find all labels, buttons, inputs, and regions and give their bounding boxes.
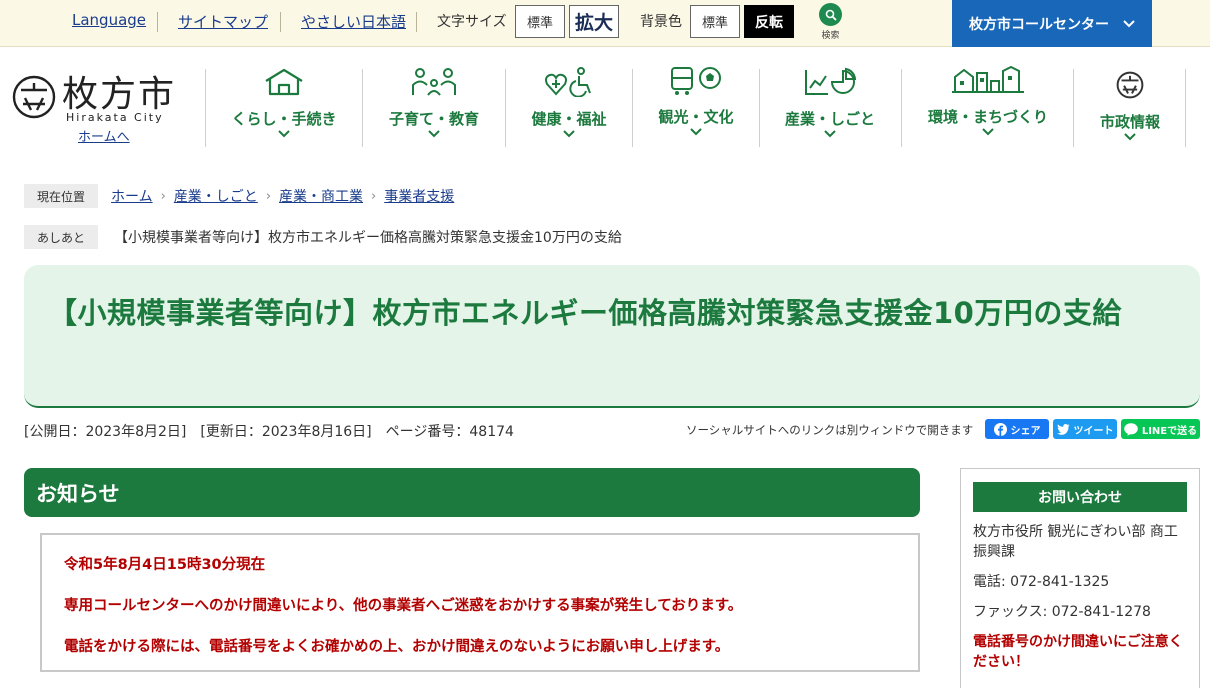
nav-label: 健康・福祉	[531, 110, 607, 128]
notice-line: 令和5年8月4日15時30分現在	[64, 557, 266, 573]
nav-item-environment[interactable]: 環境・まちづくり	[903, 60, 1073, 150]
nav-item-health[interactable]: 健康・福祉	[507, 62, 631, 152]
breadcrumb-business-support[interactable]: 事業者支援	[384, 186, 454, 206]
nav-label: 市政情報	[1099, 113, 1160, 131]
nav-divider	[1073, 69, 1074, 147]
house-icon	[265, 68, 303, 96]
chevron-down-icon	[428, 130, 440, 138]
contact-panel: お問い合わせ 枚方市役所 観光にぎわい部 商工振興課 電話: 072-841-1…	[960, 468, 1200, 688]
nav-label: 子育て・教育	[388, 110, 479, 128]
twitter-label: ツイート	[1073, 425, 1114, 437]
utility-bar: Language サイトマップ やさしい日本語 文字サイズ 標準 拡大 背景色 …	[0, 0, 1210, 47]
city-emblem-icon	[1116, 71, 1144, 99]
contact-fax: ファックス: 072-841-1278	[973, 604, 1151, 620]
search-icon	[819, 3, 842, 26]
nav-divider	[759, 69, 760, 147]
chevron-right-icon: ›	[371, 188, 377, 204]
nav-item-childcare[interactable]: 子育て・教育	[364, 62, 504, 152]
divider	[157, 12, 158, 32]
bus-ball-icon	[671, 67, 721, 95]
twitter-bird-icon	[1056, 423, 1069, 435]
site-logo[interactable]: 枚方市 Hirakata City ホームへ	[11, 70, 181, 146]
line-send-button[interactable]: LINEで送る	[1121, 419, 1200, 439]
breadcrumb-label: 現在位置	[24, 184, 99, 208]
search-label: 検索	[821, 31, 840, 41]
chevron-down-icon	[563, 130, 575, 138]
published-date: [公開日：2023年8月2日]	[24, 424, 187, 440]
line-label: LINEで送る	[1141, 425, 1198, 437]
social-note: ソーシャルサイトへのリンクは別ウィンドウで開きます	[686, 423, 974, 437]
nav-item-living[interactable]: くらし・手続き	[214, 62, 354, 152]
notice-line: 電話をかける際には、電話番号をよくお確かめの上、おかけ間違えのないようにお願い申…	[64, 639, 730, 655]
bg-color-label: 背景色	[640, 14, 682, 30]
search-button[interactable]: 検索	[817, 3, 844, 41]
family-icon	[412, 68, 456, 96]
sitemap-link[interactable]: サイトマップ	[178, 11, 268, 32]
chevron-down-icon	[690, 128, 702, 136]
twitter-tweet-button[interactable]: ツイート	[1053, 419, 1117, 439]
breadcrumb-industry[interactable]: 産業・しごと	[174, 186, 258, 206]
updated-date: [更新日：2023年8月16日]	[200, 424, 372, 440]
font-size-label: 文字サイズ	[437, 14, 507, 30]
nav-label: くらし・手続き	[231, 110, 337, 128]
bg-standard-button[interactable]: 標準	[690, 5, 740, 38]
nav-divider	[505, 69, 506, 147]
facebook-label: シェア	[1010, 425, 1041, 437]
nav-label: 産業・しごと	[784, 110, 875, 128]
contact-heading: お問い合わせ	[973, 482, 1187, 512]
page-title-box: 【小規模事業者等向け】枚方市エネルギー価格高騰対策緊急支援金10万円の支給	[24, 265, 1200, 408]
chevron-right-icon: ›	[265, 188, 272, 204]
city-emblem-icon	[12, 75, 56, 119]
health-wheelchair-icon	[545, 67, 591, 97]
contact-phone: 電話: 072-841-1325	[973, 574, 1110, 590]
nav-item-industry[interactable]: 産業・しごと	[761, 62, 899, 152]
nav-divider	[205, 69, 206, 147]
bg-invert-button[interactable]: 反転	[744, 5, 794, 38]
city-icon	[952, 65, 1024, 93]
call-center-label: 枚方市コールセンター	[969, 16, 1109, 33]
divider	[280, 12, 281, 32]
footprint-item[interactable]: 【小規模事業者等向け】枚方市エネルギー価格高騰対策緊急支援金10万円の支給	[114, 227, 622, 247]
nav-divider	[901, 69, 902, 147]
facebook-icon	[993, 422, 1007, 436]
contact-warning: 電話番号のかけ間違いにご注意ください！	[973, 634, 1183, 670]
chevron-down-icon	[982, 128, 994, 136]
nav-item-tourism[interactable]: 観光・文化	[634, 60, 758, 150]
nav-label: 観光・文化	[658, 108, 734, 126]
chevron-down-icon	[1124, 133, 1136, 141]
font-standard-button[interactable]: 標準	[515, 5, 565, 38]
font-large-button[interactable]: 拡大	[569, 5, 619, 38]
nav-item-city-admin[interactable]: 市政情報	[1075, 65, 1185, 155]
page-title: 【小規模事業者等向け】枚方市エネルギー価格高騰対策緊急支援金10万円の支給	[48, 296, 1122, 330]
chevron-down-icon	[278, 130, 290, 138]
footprint-label: あしあと	[24, 225, 99, 249]
nav-divider	[1185, 69, 1186, 147]
nav-label: 環境・まちづくり	[927, 108, 1048, 126]
chevron-down-icon	[1123, 19, 1135, 27]
notice-box: 令和5年8月4日15時30分現在 専用コールセンターへのかけ間違いにより、他の事…	[40, 533, 920, 672]
footprint: あしあと 【小規模事業者等向け】枚方市エネルギー価格高騰対策緊急支援金10万円の…	[24, 225, 622, 249]
line-icon	[1124, 422, 1138, 436]
notice-line: 専用コールセンターへのかけ間違いにより、他の事業者へご迷惑をおかけする事案が発生…	[64, 598, 743, 614]
logo-roman: Hirakata City	[66, 111, 164, 124]
call-center-button[interactable]: 枚方市コールセンター	[952, 0, 1152, 47]
breadcrumb-commerce[interactable]: 産業・商工業	[279, 186, 363, 206]
breadcrumb-home[interactable]: ホーム	[111, 186, 153, 206]
easy-japanese-link[interactable]: やさしい日本語	[301, 11, 406, 32]
facebook-share-button[interactable]: シェア	[985, 419, 1049, 439]
chart-icon	[805, 67, 857, 95]
divider	[416, 12, 417, 32]
contact-department: 枚方市役所 観光にぎわい部 商工振興課	[973, 524, 1178, 560]
language-link[interactable]: Language	[72, 11, 146, 29]
nav-divider	[362, 69, 363, 147]
notice-heading: お知らせ	[24, 468, 920, 517]
breadcrumb: 現在位置 ホーム › 産業・しごと › 産業・商工業 › 事業者支援	[24, 184, 454, 208]
home-link[interactable]: ホームへ	[78, 126, 130, 145]
page-meta: [公開日：2023年8月2日] [更新日：2023年8月16日] ページ番号：4…	[24, 421, 514, 441]
page-number: ページ番号：48174	[385, 424, 514, 440]
chevron-right-icon: ›	[160, 188, 166, 204]
chevron-down-icon	[824, 130, 836, 138]
logo-text: 枚方市	[62, 74, 177, 115]
nav-divider	[632, 69, 633, 147]
